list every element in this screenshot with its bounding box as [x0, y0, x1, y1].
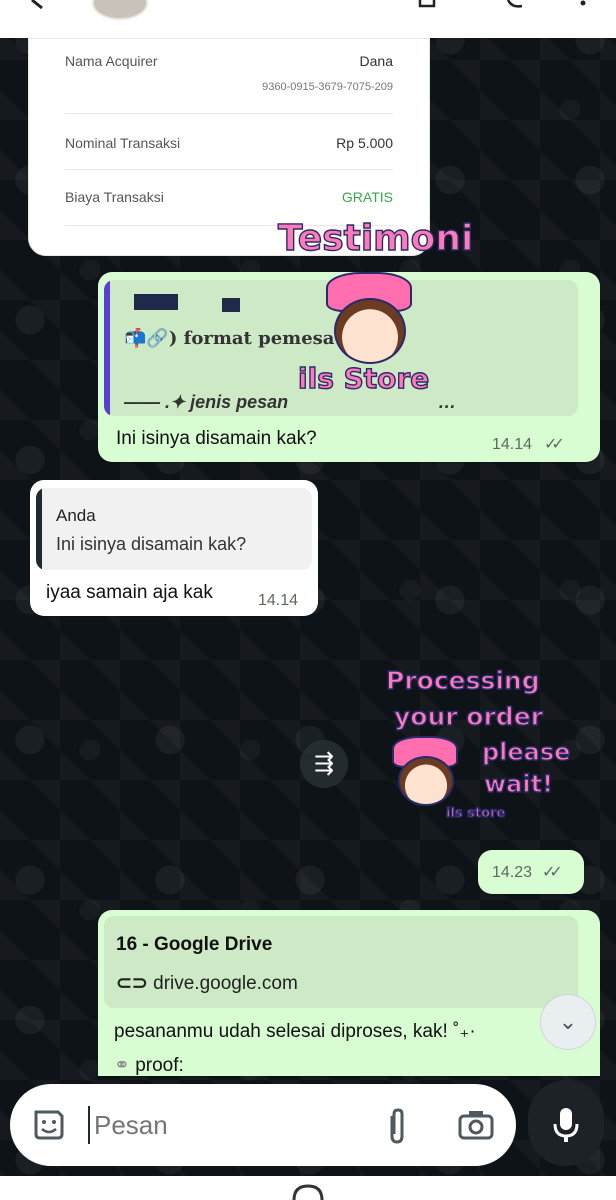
quote-accent-bar [104, 280, 110, 416]
read-ticks-icon: ✓✓ [544, 436, 565, 453]
message-text-line-2: ⚭ proof: [114, 1054, 184, 1077]
sticker-line-3: please [481, 737, 571, 766]
message-text: Ini isinya disamain kak? [116, 428, 317, 449]
receipt-row-acquirer: Nama Acquirer Dana [65, 53, 393, 69]
double-chevron-down-icon: ⌄ [558, 1009, 578, 1034]
testimoni-sticker[interactable]: Testimoni ils Store [268, 212, 474, 422]
sticker-line-1: Processing [385, 665, 540, 695]
sticker-line-2: your order [393, 701, 543, 731]
scroll-to-bottom-button[interactable]: ⌄ [540, 994, 596, 1050]
incoming-message-bubble[interactable]: Anda Ini isinya disamain kak? iyaa samai… [30, 480, 318, 616]
link-title: 16 - Google Drive [116, 934, 273, 955]
sticker-brand: ils store [445, 805, 506, 821]
receipt-label: Biaya Transaksi [65, 189, 164, 205]
message-text: pesananmu udah selesai diproses, kak! ˚₊… [114, 1021, 476, 1042]
receipt-value: Dana [359, 53, 393, 69]
microphone-icon [553, 1107, 579, 1142]
quote-line-2-text: —— .✦ jenis pesan [124, 392, 289, 412]
back-arrow-icon[interactable] [30, 0, 52, 10]
message-time: 14.14 [258, 592, 299, 609]
link-icon: ⊂⊃ [116, 973, 148, 994]
message-text: iyaa samain aja kak [46, 582, 213, 603]
chat-header [0, 0, 616, 38]
quote-text: Ini isinya disamain kak? [56, 534, 247, 554]
receipt-value-free: GRATIS [341, 189, 393, 205]
paperclip-icon[interactable] [382, 1106, 412, 1146]
read-ticks-icon: ✓✓ [542, 864, 563, 881]
link-domain-row: ⊂⊃ drive.google.com [116, 972, 298, 995]
quote-author-redacted [222, 298, 240, 312]
forward-button[interactable]: ⇶ [300, 740, 348, 788]
receipt-value: Rp 5.000 [336, 135, 393, 151]
message-time: 14.14 [492, 436, 533, 453]
paperclip-glyph-icon: ⚭ [114, 1055, 136, 1076]
message-time: 14.23 [492, 864, 533, 881]
contact-avatar[interactable] [92, 0, 148, 20]
receipt-divider [65, 113, 393, 114]
receipt-divider [65, 169, 393, 170]
quote-accent-bar [36, 488, 42, 570]
message-input-bar[interactable] [10, 1084, 516, 1166]
link-domain: drive.google.com [153, 973, 298, 994]
quote-author-redacted [134, 294, 178, 310]
outgoing-link-message[interactable]: 16 - Google Drive ⊂⊃ drive.google.com pe… [98, 910, 600, 1076]
voice-call-icon[interactable] [504, 0, 526, 10]
quote-author: Anda [56, 506, 96, 525]
link-preview[interactable]: 16 - Google Drive ⊂⊃ drive.google.com [104, 916, 578, 1008]
sticker-character [334, 298, 406, 364]
sticker-subtitle: ils Store [297, 361, 430, 395]
receipt-label: Nominal Transaksi [65, 135, 181, 151]
sticker-smile-icon[interactable] [30, 1106, 68, 1144]
sticker-time-bubble: 14.23 ✓✓ [478, 850, 584, 894]
receipt-row-fee: Biaya Transaksi GRATIS [65, 189, 393, 205]
video-call-icon[interactable] [418, 0, 440, 10]
receipt-acquirer-id: 9360-0915-3679-7075-209 [262, 81, 393, 93]
camera-icon[interactable] [458, 1108, 494, 1142]
receipt-row-nominal: Nominal Transaksi Rp 5.000 [65, 135, 393, 151]
sticker-title: Testimoni [277, 217, 474, 259]
receipt-label: Nama Acquirer [65, 53, 158, 69]
quoted-message[interactable]: Anda Ini isinya disamain kak? [36, 488, 312, 570]
microphone-button[interactable] [528, 1080, 604, 1166]
processing-sticker[interactable]: Processing your order please wait! ils s… [378, 660, 578, 830]
forward-icon: ⇶ [313, 750, 335, 777]
more-menu-icon[interactable] [572, 0, 594, 10]
home-button-icon[interactable] [292, 1184, 324, 1200]
system-navigation-bar [0, 1176, 616, 1200]
message-input[interactable] [88, 1106, 348, 1144]
sticker-character [398, 756, 454, 806]
proof-label: proof: [135, 1055, 184, 1076]
sticker-line-4: wait! [483, 769, 554, 798]
